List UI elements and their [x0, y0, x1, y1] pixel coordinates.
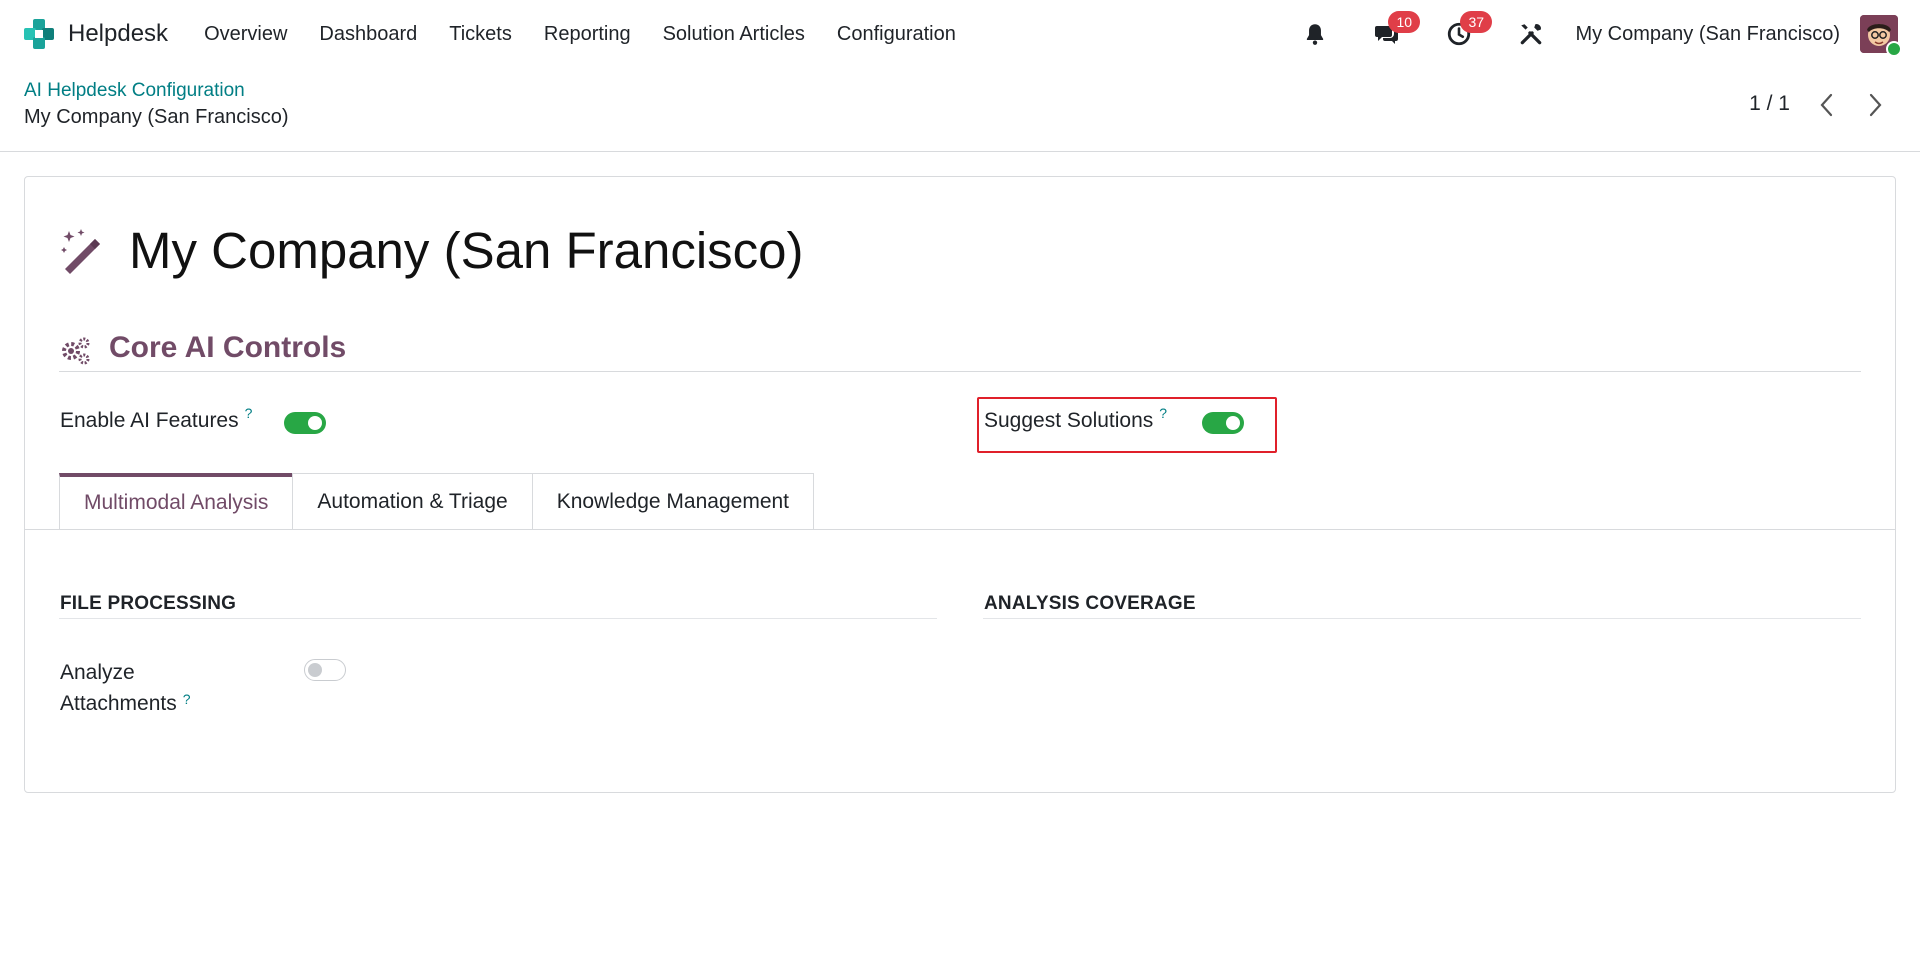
chevron-left-icon: [1820, 93, 1833, 117]
menu-configuration[interactable]: Configuration: [837, 23, 956, 46]
messages-button[interactable]: 10: [1370, 11, 1421, 51]
analyze-attachments-label-line1: Analyze: [60, 661, 135, 684]
menu-reporting[interactable]: Reporting: [544, 23, 631, 46]
main-menu: Overview Dashboard Tickets Reporting Sol…: [188, 23, 972, 46]
analysis-coverage-divider: [983, 618, 1861, 619]
help-tooltip-icon[interactable]: ?: [183, 691, 191, 707]
gears-icon: [62, 337, 90, 365]
systray: 10 37 My Company (San Francisco): [1279, 11, 1902, 57]
bell-icon: [1307, 24, 1324, 45]
control-panel: AI Helpdesk Configuration My Company (Sa…: [0, 68, 1920, 152]
suggest-solutions-label: Suggest Solutions?: [984, 405, 1167, 433]
activities-button[interactable]: 37: [1442, 11, 1493, 51]
chevron-right-icon: [1869, 93, 1882, 117]
analysis-coverage-title: ANALYSIS COVERAGE: [984, 593, 1196, 614]
breadcrumb-parent-link[interactable]: AI Helpdesk Configuration: [24, 80, 245, 102]
toggle-knob: [1226, 416, 1240, 430]
activities-count-badge: 37: [1460, 11, 1493, 33]
notebook-tabs: Multimodal Analysis Automation & Triage …: [59, 473, 815, 529]
tab-knowledge-management[interactable]: Knowledge Management: [531, 473, 815, 529]
menu-dashboard[interactable]: Dashboard: [319, 23, 417, 46]
app-brand[interactable]: Helpdesk: [22, 17, 168, 51]
messages-count-badge: 10: [1388, 11, 1421, 33]
enable-ai-features-label: Enable AI Features?: [60, 405, 252, 433]
file-processing-title: FILE PROCESSING: [60, 593, 237, 614]
help-tooltip-icon[interactable]: ?: [1159, 405, 1167, 421]
enable-ai-features-label-text: Enable AI Features: [60, 409, 239, 432]
helpdesk-logo-icon: [24, 19, 54, 49]
suggest-solutions-label-text: Suggest Solutions: [984, 409, 1154, 432]
pager-next-button[interactable]: [1860, 90, 1890, 120]
pager-previous-button[interactable]: [1812, 90, 1842, 120]
analyze-attachments-label: Analyze Attachments?: [60, 657, 191, 719]
top-navbar: Helpdesk Overview Dashboard Tickets Repo…: [0, 0, 1920, 68]
notifications-button[interactable]: [1298, 17, 1332, 51]
file-processing-divider: [59, 618, 937, 619]
menu-overview[interactable]: Overview: [204, 23, 287, 46]
analyze-attachments-label-line2: Attachments: [60, 692, 177, 715]
toggle-knob: [308, 416, 322, 430]
app-name: Helpdesk: [68, 20, 169, 47]
form-sheet: My Company (San Francisco) Core AI Contr…: [24, 176, 1896, 793]
help-tooltip-icon[interactable]: ?: [245, 405, 253, 421]
suggest-solutions-toggle[interactable]: [1202, 412, 1244, 434]
company-switcher[interactable]: My Company (San Francisco): [1575, 23, 1840, 46]
menu-tickets[interactable]: Tickets: [449, 23, 512, 46]
breadcrumb-current: My Company (San Francisco): [24, 106, 289, 128]
magic-wand-icon: [61, 229, 100, 274]
debug-tools-button[interactable]: [1514, 17, 1548, 51]
user-avatar[interactable]: [1860, 15, 1902, 57]
toggle-knob: [308, 663, 322, 677]
menu-solution-articles[interactable]: Solution Articles: [663, 23, 805, 46]
record-title: My Company (San Francisco): [129, 222, 804, 279]
tab-divider: [25, 529, 1895, 530]
section-title: Core AI Controls: [109, 331, 347, 364]
enable-ai-features-toggle[interactable]: [284, 412, 326, 434]
online-status-dot: [1886, 41, 1902, 57]
tools-icon: [1521, 24, 1542, 45]
pager-value[interactable]: 1 / 1: [1749, 92, 1790, 116]
tab-automation-triage[interactable]: Automation & Triage: [292, 473, 533, 529]
analyze-attachments-toggle[interactable]: [304, 659, 346, 681]
tab-multimodal-analysis[interactable]: Multimodal Analysis: [59, 473, 294, 529]
section-divider: [59, 371, 1861, 372]
